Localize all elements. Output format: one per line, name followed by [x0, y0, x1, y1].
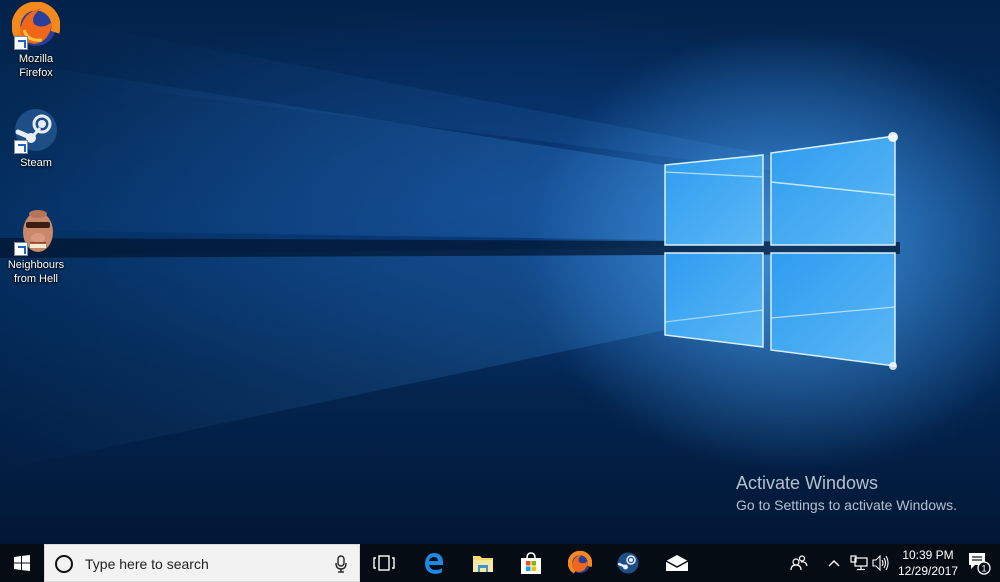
taskbar-store-button[interactable]	[507, 544, 555, 582]
show-hidden-icons-button[interactable]	[824, 544, 844, 582]
clock-button[interactable]: 10:39 PM 12/29/2017	[888, 547, 968, 579]
shortcut-arrow-icon	[14, 242, 28, 256]
people-icon	[790, 555, 808, 571]
search-input[interactable]: Type here to search	[44, 544, 360, 582]
desktop-icon-label: Mozilla	[18, 53, 54, 65]
taskbar-firefox-button[interactable]	[556, 544, 604, 582]
taskbar-mail-button[interactable]	[653, 544, 701, 582]
taskbar-steam-button[interactable]	[604, 544, 652, 582]
desktop-wallpaper	[0, 0, 1000, 544]
shortcut-arrow-icon	[14, 140, 28, 154]
shortcut-arrow-icon	[14, 36, 28, 50]
activate-windows-subtitle: Go to Settings to activate Windows.	[736, 497, 957, 513]
action-center-button[interactable]: 1	[962, 544, 996, 582]
neighbours-from-hell-icon	[12, 208, 60, 256]
clock-time: 10:39 PM	[902, 548, 954, 562]
search-placeholder: Type here to search	[85, 556, 209, 572]
cortana-icon	[55, 555, 73, 573]
desktop-icon-steam[interactable]: Steam	[0, 106, 72, 170]
network-button[interactable]	[848, 544, 870, 582]
desktop-icon-label: from Hell	[13, 273, 58, 285]
windows-logo-wallpaper-art	[0, 20, 1000, 470]
people-button[interactable]	[786, 544, 812, 582]
desktop-icon-neighbours-from-hell[interactable]: Neighbours from Hell	[0, 208, 72, 286]
firefox-icon	[568, 551, 592, 575]
edge-icon	[425, 553, 444, 574]
desktop-icon-label: Firefox	[19, 67, 53, 79]
task-view-button[interactable]	[360, 544, 408, 582]
steam-icon	[12, 106, 60, 154]
mail-icon	[665, 555, 689, 571]
desktop-icon-label: Neighbours	[7, 259, 65, 271]
chevron-up-icon	[828, 560, 840, 567]
taskbar-edge-button[interactable]	[410, 544, 458, 582]
network-icon	[850, 555, 868, 571]
taskbar-file-explorer-button[interactable]	[459, 544, 507, 582]
folder-icon	[473, 556, 493, 572]
desktop-icon-label: Steam	[20, 157, 52, 169]
taskbar: Type here to search 10:39 PM 12/29/2017 …	[0, 544, 1000, 582]
steam-icon	[617, 552, 639, 574]
task-view-icon	[373, 555, 395, 571]
store-icon	[521, 552, 541, 574]
windows-start-icon	[14, 555, 30, 571]
clock-date: 12/29/2017	[897, 564, 959, 578]
microphone-icon[interactable]	[335, 555, 347, 577]
notifications-icon: 1	[969, 553, 991, 575]
activate-windows-watermark: Activate Windows Go to Settings to activ…	[736, 472, 957, 515]
start-button[interactable]	[0, 544, 44, 582]
notification-count-badge: 1	[981, 564, 986, 574]
activate-windows-title: Activate Windows	[736, 473, 879, 493]
firefox-icon	[11, 1, 61, 51]
desktop-icon-firefox[interactable]: Mozilla Firefox	[0, 1, 72, 80]
